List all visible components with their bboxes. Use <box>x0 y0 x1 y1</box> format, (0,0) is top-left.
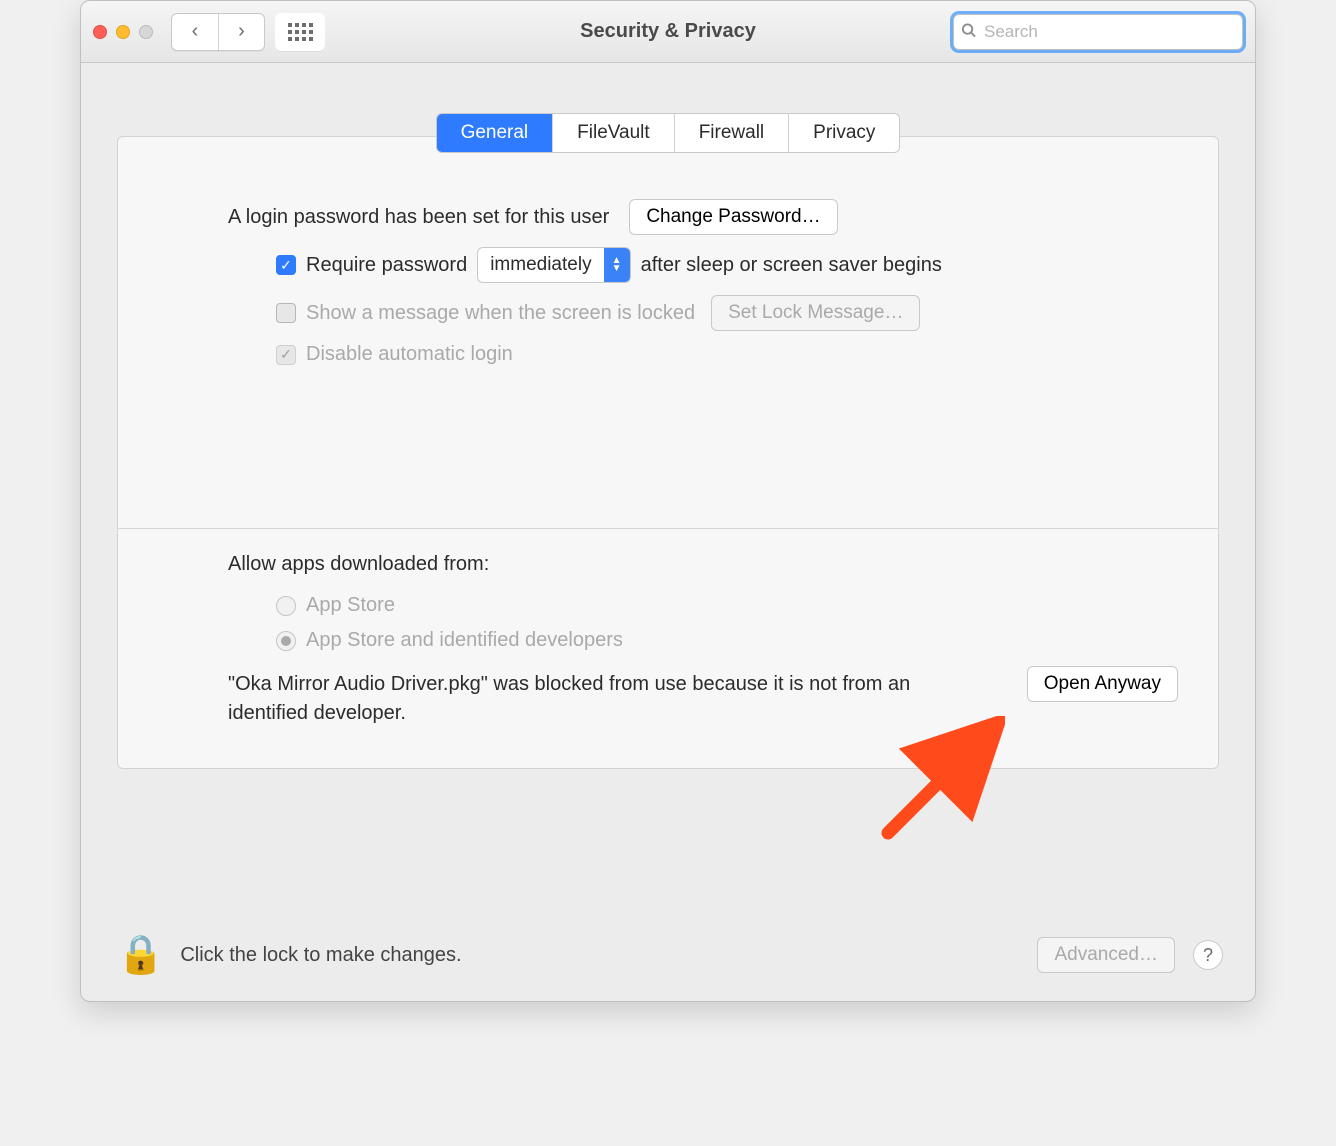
lock-icon[interactable]: 🔒 <box>117 933 164 977</box>
advanced-button[interactable]: Advanced… <box>1037 937 1175 973</box>
require-password-checkbox[interactable]: ✓ <box>276 255 296 275</box>
tab-firewall[interactable]: Firewall <box>674 114 788 152</box>
close-window-button[interactable] <box>93 25 107 39</box>
show-all-button[interactable] <box>275 13 325 51</box>
tab-bar: General FileVault Firewall Privacy <box>436 113 901 153</box>
nav-buttons: ‹ › <box>171 13 265 51</box>
preferences-window: ‹ › Security & Privacy General FileVault… <box>80 0 1256 1002</box>
chevron-right-icon: › <box>238 20 245 43</box>
tab-privacy[interactable]: Privacy <box>788 114 899 152</box>
tab-filevault[interactable]: FileVault <box>552 114 674 152</box>
chevron-updown-icon: ▲▼ <box>604 248 630 282</box>
general-panel: A login password has been set for this u… <box>117 136 1219 769</box>
tab-general[interactable]: General <box>437 114 553 152</box>
titlebar: ‹ › Security & Privacy <box>81 1 1255 63</box>
search-field-wrap <box>953 14 1243 50</box>
allow-appstore-radio <box>276 596 296 616</box>
allow-appstore-label: App Store <box>306 594 395 617</box>
footer: 🔒 Click the lock to make changes. Advanc… <box>81 909 1255 1001</box>
show-lock-message-label: Show a message when the screen is locked <box>306 302 695 325</box>
search-input[interactable] <box>953 14 1243 50</box>
set-lock-message-button: Set Lock Message… <box>711 295 920 331</box>
allow-identified-radio <box>276 631 296 651</box>
allow-apps-section: Allow apps downloaded from: App Store Ap… <box>118 529 1218 738</box>
disable-auto-login-checkbox: ✓ <box>276 345 296 365</box>
open-anyway-button[interactable]: Open Anyway <box>1027 666 1178 702</box>
allow-identified-label: App Store and identified developers <box>306 629 623 652</box>
require-password-label: Require password <box>306 254 467 277</box>
dropdown-value: immediately <box>478 248 603 282</box>
chevron-left-icon: ‹ <box>192 20 199 43</box>
search-icon <box>961 22 976 41</box>
minimize-window-button[interactable] <box>116 25 130 39</box>
change-password-button[interactable]: Change Password… <box>629 199 837 235</box>
zoom-window-button <box>139 25 153 39</box>
lock-hint-text: Click the lock to make changes. <box>180 944 461 967</box>
show-lock-message-checkbox <box>276 303 296 323</box>
back-button[interactable]: ‹ <box>172 14 218 50</box>
help-button[interactable]: ? <box>1193 940 1223 970</box>
password-set-text: A login password has been set for this u… <box>228 206 609 229</box>
require-password-suffix: after sleep or screen saver begins <box>641 254 942 277</box>
allow-apps-heading: Allow apps downloaded from: <box>228 553 489 576</box>
login-section: A login password has been set for this u… <box>118 195 1218 404</box>
forward-button[interactable]: › <box>218 14 264 50</box>
window-controls <box>93 25 153 39</box>
grid-icon <box>288 23 313 41</box>
require-password-delay-dropdown[interactable]: immediately ▲▼ <box>477 247 630 283</box>
disable-auto-login-label: Disable automatic login <box>306 343 513 366</box>
blocked-app-message: "Oka Mirror Audio Driver.pkg" was blocke… <box>228 670 948 728</box>
